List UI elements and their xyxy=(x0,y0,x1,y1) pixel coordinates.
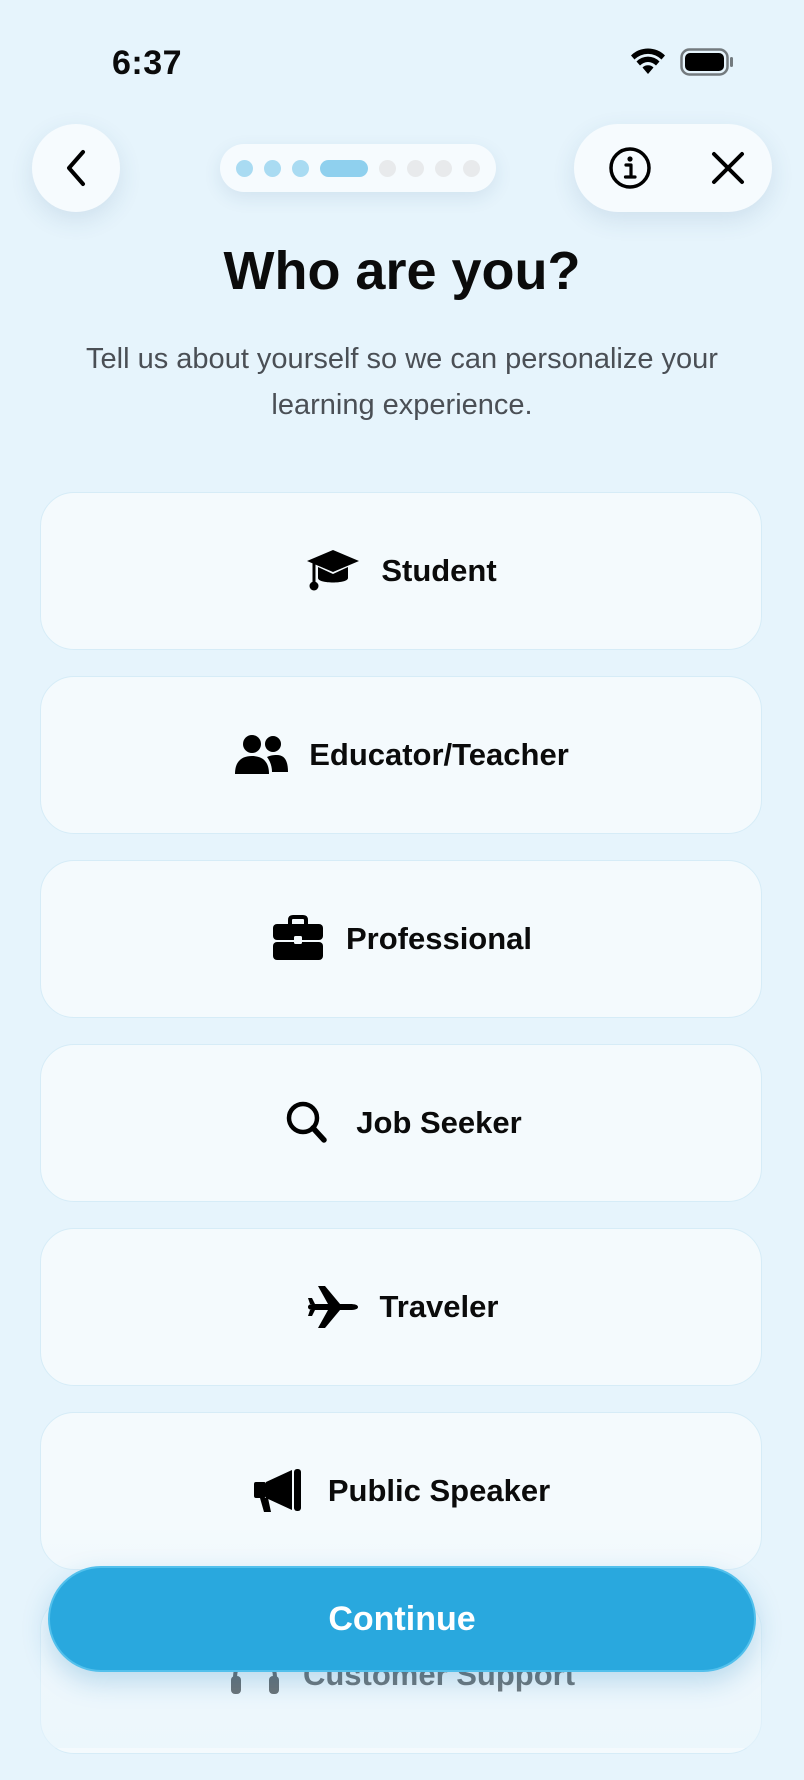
status-icons xyxy=(630,48,734,76)
progress-indicator xyxy=(220,144,496,192)
users-icon xyxy=(233,730,289,780)
graduation-cap-icon xyxy=(305,546,361,596)
close-icon xyxy=(712,152,744,184)
option-student[interactable]: Student xyxy=(40,492,762,650)
page-title: Who are you? xyxy=(223,241,581,301)
progress-dot xyxy=(292,159,309,177)
option-label: Job Seeker xyxy=(356,1105,522,1140)
progress-dot xyxy=(264,159,281,177)
status-bar: 6:37 xyxy=(0,0,804,100)
briefcase-icon xyxy=(270,914,326,964)
option-label: Traveler xyxy=(379,1289,499,1324)
chevron-left-icon xyxy=(67,150,85,186)
search-icon xyxy=(280,1098,336,1148)
option-label: Educator/Teacher xyxy=(309,737,569,772)
continue-button[interactable]: Continue xyxy=(48,1566,756,1672)
progress-dot xyxy=(435,159,452,177)
megaphone-icon xyxy=(252,1466,308,1516)
page-subtitle: Tell us about yourself so we can persona… xyxy=(86,343,718,421)
progress-dot-current xyxy=(320,159,368,177)
option-educator-teacher[interactable]: Educator/Teacher xyxy=(40,676,762,834)
close-button[interactable] xyxy=(698,138,758,198)
progress-dot xyxy=(379,159,396,177)
progress-dot xyxy=(407,159,424,177)
airplane-icon xyxy=(304,1282,360,1332)
info-button[interactable] xyxy=(600,138,660,198)
progress-dot xyxy=(463,159,480,177)
header-actions xyxy=(574,124,772,212)
wifi-icon xyxy=(631,48,665,74)
top-navigation xyxy=(0,124,804,214)
option-public-speaker[interactable]: Public Speaker xyxy=(40,1412,762,1570)
option-label: Public Speaker xyxy=(327,1473,551,1508)
progress-dot xyxy=(236,159,253,177)
option-job-seeker[interactable]: Job Seeker xyxy=(40,1044,762,1202)
option-label: Professional xyxy=(345,921,533,956)
option-traveler[interactable]: Traveler xyxy=(40,1228,762,1386)
info-icon xyxy=(609,147,651,189)
option-professional[interactable]: Professional xyxy=(40,860,762,1018)
back-button[interactable] xyxy=(32,124,120,212)
battery-icon xyxy=(680,48,733,76)
option-label: Student xyxy=(381,553,497,588)
status-time: 6:37 xyxy=(112,44,183,82)
